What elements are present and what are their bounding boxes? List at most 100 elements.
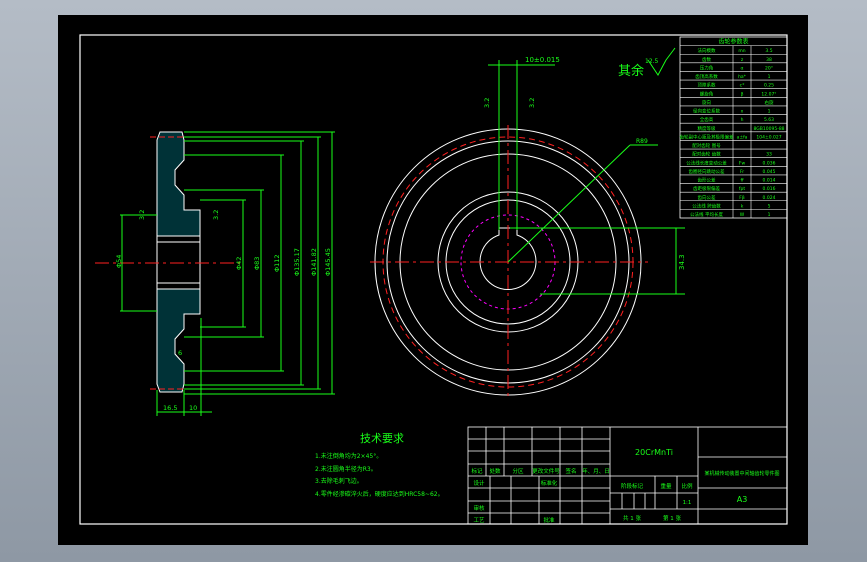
table-param-name: 配对齿轮 齿数 — [692, 151, 721, 158]
dim-d1: Φ42 — [235, 257, 243, 270]
tech-req-title: 技术要求 — [360, 432, 404, 445]
table-param-name: 齿距极限偏差 — [693, 185, 720, 192]
table-param-symbol: Fw — [739, 160, 746, 166]
tb-material: 20CrMnTi — [635, 448, 673, 457]
table-param-symbol: fpt — [739, 186, 745, 192]
drawing-canvas: 10±0.015 其余 12.5 R89 34.3 Φ54 Φ42 Φ83 Φ1… — [79, 34, 788, 525]
table-param-value: 5 — [768, 203, 771, 209]
table-param-symbol: Fr — [740, 169, 744, 175]
dim-d6: Φ145.45 — [324, 248, 332, 276]
table-param-name: 齿轮副中心距及其极限偏差 — [680, 133, 734, 140]
table-param-name: 螺旋角 — [700, 90, 714, 97]
table-param-value: 0.016 — [763, 186, 776, 192]
table-param-value: 104±0.027 — [756, 134, 781, 140]
dim-d5: Φ141.82 — [310, 248, 318, 276]
tb-header: 更改文件号 — [532, 467, 560, 475]
table-param-value: 1 — [768, 74, 771, 80]
table-param-symbol: a±fa — [737, 134, 748, 140]
table-param-name: 齿形公差 — [698, 177, 716, 184]
dim-d4: Φ135.17 — [293, 248, 301, 276]
table-param-name: 齿圈径向跳动公差 — [689, 168, 725, 175]
table-param-value: 33 — [766, 152, 772, 158]
table-param-value: 5.63 — [764, 117, 774, 123]
dim-web: 6 — [178, 349, 182, 357]
table-param-value: 0.024 — [763, 195, 776, 201]
tech-req-item: 4.零件经渗碳淬火后，硬度应达到HRC58~62。 — [315, 490, 444, 498]
tb-sheets: 共 1 张 — [623, 514, 641, 522]
table-param-symbol: α — [741, 66, 744, 71]
table-param-name: 旋向 — [702, 99, 711, 106]
tb-process: 工艺 — [473, 517, 485, 524]
table-param-name: 全齿高 — [700, 116, 714, 123]
table-param-value: 12.07° — [761, 91, 776, 97]
cad-drawing-sheet[interactable]: 10±0.015 其余 12.5 R89 34.3 Φ54 Φ42 Φ83 Φ1… — [58, 15, 808, 545]
table-param-name: 齿顶高系数 — [695, 73, 718, 80]
table-param-value: 20° — [765, 65, 773, 71]
roughness-mark-3: 3.2 — [483, 98, 491, 108]
tb-review: 审核 — [473, 504, 485, 512]
dim-bore: Φ54 — [115, 255, 123, 268]
section-dims — [120, 131, 335, 416]
tb-design: 设计 — [473, 479, 485, 487]
table-param-name: 压力角 — [700, 64, 714, 71]
tb-header: 标记 — [471, 467, 483, 475]
tb-drawing-name: 某机械传动装置中间轴齿轮零件图 — [704, 470, 779, 477]
table-param-symbol: c* — [740, 83, 745, 89]
tech-req-item: 1.未注倒角均为2×45°。 — [315, 452, 382, 460]
dim-width2: 10 — [189, 404, 197, 412]
table-param-value: 1 — [768, 212, 771, 218]
table-param-symbol: ff — [740, 178, 744, 184]
table-param-name: 公法线 跨齿数 — [692, 202, 721, 209]
table-param-value: 0.014 — [763, 178, 776, 184]
table-param-symbol: β — [741, 91, 744, 97]
roughness-rest-label: 其余 — [618, 63, 644, 79]
table-param-name: 齿数 — [702, 56, 711, 63]
gear-parameter-table: 齿轮参数表法向模数 mn 3.5 齿数 z 38 压力角 α 20° 齿顶高系数 ha* 1 顶隙系数 c… — [680, 36, 788, 219]
tech-req-item: 3.去除毛刺飞边。 — [315, 477, 363, 485]
table-param-name: 公法线 平均长度 — [690, 211, 723, 218]
inner-frame — [79, 34, 788, 525]
table-param-name: 配对齿轮 图号 — [692, 142, 721, 149]
table-param-name: 精度等级 — [698, 125, 716, 132]
radius-note: R89 — [636, 138, 648, 145]
roughness-mark-1: 3.2 — [138, 210, 146, 220]
tb-stage-mark: 阶段标记 — [621, 482, 644, 490]
table-param-symbol: x — [741, 110, 744, 115]
tech-req-item: 2.未注圆角半径为R3。 — [315, 465, 377, 473]
roughness-mark-4: 3.2 — [528, 98, 536, 108]
table-param-symbol: ha* — [738, 74, 747, 80]
table-param-value: 8GB10095-88 — [753, 126, 784, 132]
table-param-name: 顶隙系数 — [698, 82, 716, 89]
table-param-value: 0.25 — [764, 83, 774, 89]
tb-standardize: 标准化 — [541, 479, 558, 487]
roughness-mark-2: 3.2 — [212, 210, 220, 220]
table-param-symbol: mn — [738, 49, 745, 54]
tb-header: 签名 — [565, 467, 576, 475]
table-param-symbol: z — [741, 58, 744, 63]
tb-drawing-no: A3 — [737, 495, 748, 504]
tb-approve: 批准 — [543, 516, 555, 524]
dim-width1: 16.5 — [163, 404, 177, 412]
keyway-depth-dim: 34.3 — [678, 254, 686, 270]
table-param-value: 1 — [768, 109, 771, 115]
table-param-symbol: W — [740, 212, 745, 218]
tb-header: 处数 — [489, 467, 501, 475]
tb-header: 分区 — [512, 467, 524, 475]
table-param-name: 公法线长度变动公差 — [686, 159, 727, 166]
tb-scale: 1:1 — [683, 500, 692, 506]
keyway-width-dim: 10±0.015 — [525, 56, 560, 64]
roughness-rest-value: 12.5 — [645, 58, 659, 65]
tb-scale-label: 比例 — [681, 482, 693, 490]
tb-sheet-no: 第 1 张 — [663, 514, 681, 522]
table-param-name: 径向变位系数 — [693, 108, 720, 115]
dim-d3: Φ112 — [273, 254, 281, 272]
table-title: 齿轮参数表 — [718, 38, 748, 46]
tb-weight: 重量 — [660, 482, 672, 490]
table-param-value: 右旋 — [765, 99, 774, 106]
table-param-symbol: h — [741, 117, 744, 123]
table-param-value: 0.045 — [763, 169, 776, 175]
table-param-symbol: Fβ — [739, 195, 745, 201]
table-param-value: 0.036 — [763, 160, 776, 166]
table-param-value: 38 — [766, 57, 772, 63]
table-param-symbol: k — [741, 203, 744, 209]
